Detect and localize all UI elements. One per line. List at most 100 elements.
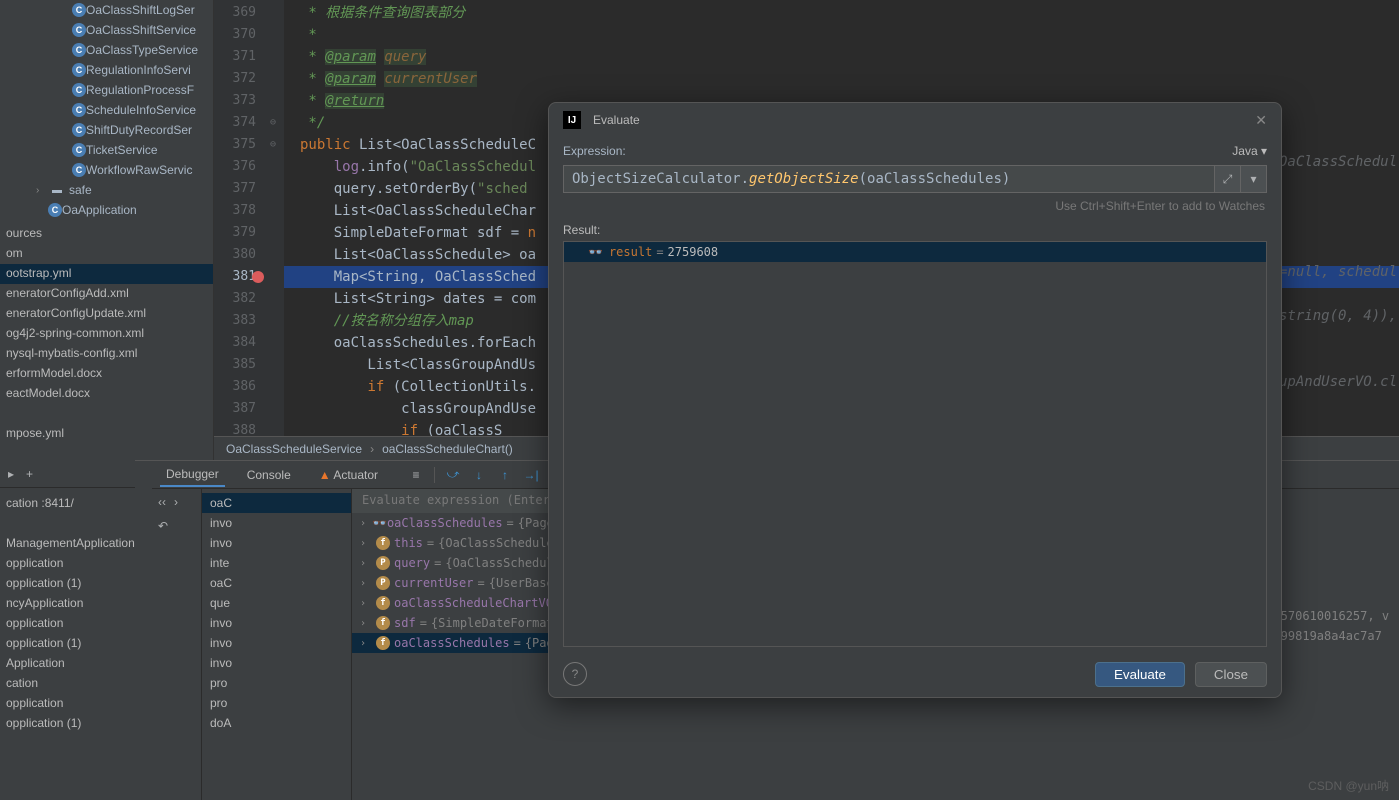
service-item[interactable]: ncyApplication bbox=[0, 594, 135, 614]
gutter-line[interactable]: 377 bbox=[214, 178, 284, 200]
restore-icon[interactable]: ↶ bbox=[152, 515, 201, 537]
expand-input-icon[interactable]: ⤢ bbox=[1215, 165, 1241, 193]
file-item[interactable]: eactModel.docx bbox=[0, 384, 213, 404]
breakpoint-icon[interactable] bbox=[252, 271, 264, 283]
gutter-line[interactable]: 385 bbox=[214, 354, 284, 376]
gutter-line[interactable]: 370 bbox=[214, 24, 284, 46]
service-item[interactable]: ManagementApplication bbox=[0, 534, 135, 554]
frame-item[interactable]: pro bbox=[202, 673, 351, 693]
breadcrumb-class[interactable]: OaClassScheduleService bbox=[226, 442, 362, 456]
tree-item[interactable]: COaApplication bbox=[0, 200, 213, 220]
frames-list[interactable]: oaCinvoinvointeoaCqueinvoinvoinvoproprod… bbox=[202, 489, 352, 800]
app-url-link[interactable]: :8411/ bbox=[41, 496, 73, 510]
file-item[interactable] bbox=[0, 404, 213, 424]
file-item[interactable]: om bbox=[0, 244, 213, 264]
tree-item[interactable]: CTicketService bbox=[0, 140, 213, 160]
class-icon: C bbox=[72, 23, 86, 37]
service-item[interactable]: opplication (1) bbox=[0, 634, 135, 654]
add-icon[interactable]: + bbox=[26, 467, 33, 481]
gutter-line[interactable]: 375⊖ bbox=[214, 134, 284, 156]
gutter-line[interactable]: 373 bbox=[214, 90, 284, 112]
tree-item[interactable]: CRegulationInfoServi bbox=[0, 60, 213, 80]
service-item[interactable]: opplication (1) bbox=[0, 714, 135, 734]
file-item[interactable]: nysql-mybatis-config.xml bbox=[0, 344, 213, 364]
gutter-line[interactable]: 378 bbox=[214, 200, 284, 222]
file-item[interactable]: og4j2-spring-common.xml bbox=[0, 324, 213, 344]
next-frame-icon[interactable]: › bbox=[174, 495, 178, 509]
tree-item[interactable]: CWorkflowRawServic bbox=[0, 160, 213, 180]
service-item[interactable]: opplication (1) bbox=[0, 574, 135, 594]
step-into-icon[interactable]: ↓ bbox=[471, 467, 487, 483]
gutter-line[interactable]: 372 bbox=[214, 68, 284, 90]
tree-item[interactable]: COaClassTypeService bbox=[0, 40, 213, 60]
gutter-line[interactable]: 382 bbox=[214, 288, 284, 310]
file-item[interactable]: eneratorConfigUpdate.xml bbox=[0, 304, 213, 324]
evaluate-dialog: IJ Evaluate ✕ Expression: Java ▾ ObjectS… bbox=[548, 102, 1282, 698]
file-item[interactable]: eneratorConfigAdd.xml bbox=[0, 284, 213, 304]
prev-frame-icon[interactable]: ‹‹ bbox=[158, 495, 166, 509]
tab-debugger[interactable]: Debugger bbox=[160, 463, 225, 487]
tree-item[interactable]: ›▬safe bbox=[0, 180, 213, 200]
gutter-line[interactable]: 371 bbox=[214, 46, 284, 68]
file-item[interactable]: ources bbox=[0, 224, 213, 244]
frame-item[interactable]: oaC bbox=[202, 573, 351, 593]
editor-gutter[interactable]: 369370371372373374⊖375⊖37637737837938038… bbox=[214, 0, 284, 436]
gutter-line[interactable]: 374⊖ bbox=[214, 112, 284, 134]
gutter-line[interactable]: 388 bbox=[214, 420, 284, 436]
service-item[interactable]: opplication bbox=[0, 694, 135, 714]
result-row[interactable]: 👓 result = 2759608 bbox=[564, 242, 1266, 262]
gutter-line[interactable]: 381 bbox=[214, 266, 284, 288]
close-button[interactable]: Close bbox=[1195, 662, 1267, 687]
gutter-line[interactable]: 376 bbox=[214, 156, 284, 178]
services-panel[interactable]: ▸ + cation :8411/ ManagementApplicationo… bbox=[0, 460, 135, 800]
step-over-icon[interactable]: ⤻ bbox=[445, 467, 461, 483]
frames-toolbar[interactable]: ‹‹ › ↶ bbox=[152, 489, 202, 800]
frame-item[interactable]: inte bbox=[202, 553, 351, 573]
gutter-line[interactable]: 379 bbox=[214, 222, 284, 244]
close-icon[interactable]: ✕ bbox=[1255, 112, 1267, 129]
tab-console[interactable]: Console bbox=[241, 464, 297, 486]
gutter-line[interactable]: 384 bbox=[214, 332, 284, 354]
frame-item[interactable]: invo bbox=[202, 633, 351, 653]
frame-item[interactable]: invo bbox=[202, 653, 351, 673]
frame-item[interactable]: invo bbox=[202, 513, 351, 533]
evaluate-button[interactable]: Evaluate bbox=[1095, 662, 1185, 687]
frame-item[interactable]: oaC bbox=[202, 493, 351, 513]
project-tree[interactable]: COaClassShiftLogSerCOaClassShiftServiceC… bbox=[0, 0, 214, 460]
frame-item[interactable]: que bbox=[202, 593, 351, 613]
language-dropdown[interactable]: Java ▾ bbox=[1232, 144, 1267, 158]
service-item[interactable]: opplication bbox=[0, 614, 135, 634]
tree-item[interactable]: COaClassShiftLogSer bbox=[0, 0, 213, 20]
frame-item[interactable]: doA bbox=[202, 713, 351, 733]
history-dropdown-icon[interactable]: ▾ bbox=[1241, 165, 1267, 193]
frame-item[interactable]: invo bbox=[202, 613, 351, 633]
help-icon[interactable]: ? bbox=[563, 662, 587, 686]
tree-item[interactable]: CShiftDutyRecordSer bbox=[0, 120, 213, 140]
run-to-cursor-icon[interactable]: →| bbox=[523, 467, 539, 483]
tree-item[interactable]: CScheduleInfoService bbox=[0, 100, 213, 120]
gutter-line[interactable]: 386 bbox=[214, 376, 284, 398]
breadcrumb-method[interactable]: oaClassScheduleChart() bbox=[382, 442, 513, 456]
expression-input[interactable]: ObjectSizeCalculator.getObjectSize(oaCla… bbox=[563, 165, 1215, 193]
tab-actuator[interactable]: ▲ Actuator bbox=[313, 464, 384, 486]
service-item[interactable]: Application bbox=[0, 654, 135, 674]
file-item[interactable]: ootstrap.yml bbox=[0, 264, 213, 284]
tree-item[interactable]: COaClassShiftService bbox=[0, 20, 213, 40]
tree-item[interactable]: CRegulationProcessF bbox=[0, 80, 213, 100]
expand-icon[interactable]: ▸ bbox=[8, 467, 14, 481]
service-item[interactable]: opplication bbox=[0, 554, 135, 574]
result-label: Result: bbox=[563, 223, 1267, 237]
result-tree[interactable]: 👓 result = 2759608 bbox=[563, 241, 1267, 647]
gutter-line[interactable]: 383 bbox=[214, 310, 284, 332]
gutter-line[interactable]: 369 bbox=[214, 2, 284, 24]
frame-item[interactable]: invo bbox=[202, 533, 351, 553]
gutter-line[interactable]: 387 bbox=[214, 398, 284, 420]
file-item[interactable]: mpose.yml bbox=[0, 424, 213, 444]
file-item[interactable]: erformModel.docx bbox=[0, 364, 213, 384]
threads-icon[interactable]: ≡ bbox=[408, 467, 424, 483]
gutter-line[interactable]: 380 bbox=[214, 244, 284, 266]
class-icon: C bbox=[72, 103, 86, 117]
frame-item[interactable]: pro bbox=[202, 693, 351, 713]
step-out-icon[interactable]: ↑ bbox=[497, 467, 513, 483]
service-item[interactable]: cation bbox=[0, 674, 135, 694]
